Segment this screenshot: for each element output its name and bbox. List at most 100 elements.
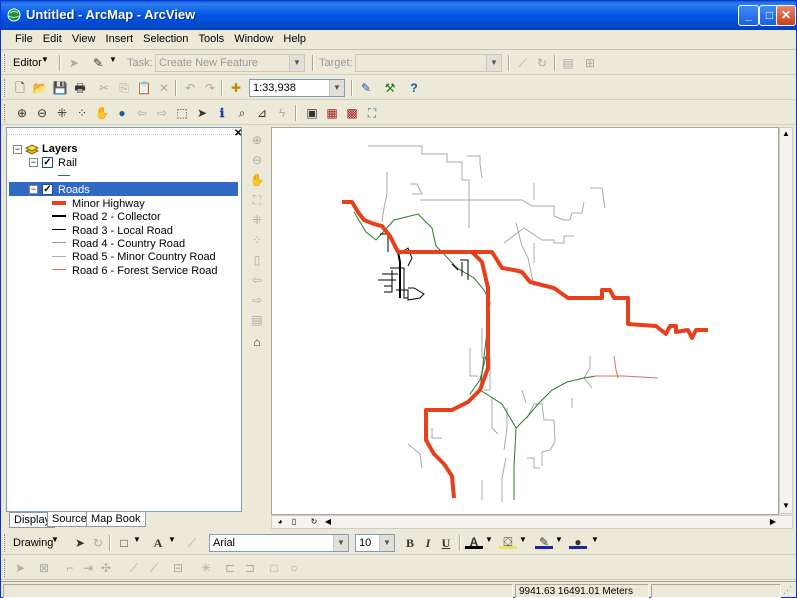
collapse-roads-icon[interactable]: − xyxy=(29,185,38,194)
layout-pan-icon[interactable]: ✋ xyxy=(248,171,266,189)
construct-features-icon[interactable]: ⊟ xyxy=(169,559,187,577)
toolbar-grip[interactable] xyxy=(4,559,7,577)
fixed-zoom-out-page-icon[interactable]: ⁘ xyxy=(248,231,266,249)
attributes-icon[interactable]: ▤ xyxy=(559,54,577,72)
menu-tools[interactable]: Tools xyxy=(194,30,227,45)
toolbar-grip[interactable] xyxy=(4,104,7,122)
magnifier-window-icon[interactable]: ▦ xyxy=(323,104,341,122)
create-viewer-icon[interactable]: ▣ xyxy=(303,104,321,122)
paste-icon[interactable]: 📋 xyxy=(135,79,153,97)
roads-visibility-checkbox[interactable]: ✓ xyxy=(42,184,53,195)
layout-zoom-in-icon[interactable]: ⊕ xyxy=(248,131,266,149)
menu-insert[interactable]: Insert xyxy=(102,30,137,45)
fix-topology-icon[interactable]: ⊏ xyxy=(221,559,239,577)
redo-icon[interactable]: ↷ xyxy=(201,79,219,97)
map-display[interactable] xyxy=(271,127,779,515)
data-frame-layers[interactable]: Layers xyxy=(42,143,77,155)
task-dropdown[interactable]: Create New Feature ▼ xyxy=(155,54,305,72)
layer-rail[interactable]: Rail xyxy=(58,157,77,169)
chevron-down-icon[interactable]: ▼ xyxy=(485,535,493,544)
menu-file[interactable]: File xyxy=(11,30,36,45)
rotate-tool-icon[interactable]: ↻ xyxy=(533,54,551,72)
cut-icon[interactable]: ✂ xyxy=(95,79,113,97)
layout-properties-icon[interactable]: ▤ xyxy=(248,311,266,329)
validate-icon[interactable]: ⊐ xyxy=(241,559,259,577)
zoom-out-icon[interactable]: ⊖ xyxy=(33,104,51,122)
full-extent-globe-icon[interactable]: ● xyxy=(113,104,131,122)
legend-item-label[interactable]: Road 4 - Country Road xyxy=(72,238,185,250)
layout-view-icon[interactable]: ▯ xyxy=(288,516,300,528)
map-topology-icon[interactable]: ⊠ xyxy=(35,559,53,577)
toolbar-grip[interactable] xyxy=(4,79,7,97)
menu-edit[interactable]: Edit xyxy=(39,30,65,45)
error-inspector-icon[interactable]: □ xyxy=(265,559,283,577)
map-vertical-scrollbar[interactable]: ▲ ▼ xyxy=(779,127,793,514)
align-edge-icon[interactable]: ⌐ xyxy=(61,559,79,577)
collapse-layers-icon[interactable]: − xyxy=(13,145,22,154)
chevron-down-icon[interactable]: ▼ xyxy=(41,55,49,64)
undo-icon[interactable]: ↶ xyxy=(181,79,199,97)
scroll-right-icon[interactable]: ▶ xyxy=(767,516,779,528)
go-to-xy-icon[interactable]: ⛶ xyxy=(363,104,381,122)
whats-this-help-icon[interactable]: ? xyxy=(405,79,423,97)
new-document-icon[interactable]: 🗋 xyxy=(11,79,29,97)
font-size-dropdown[interactable]: 10 ▼ xyxy=(355,534,395,552)
select-elements-icon[interactable]: ➤ xyxy=(193,104,211,122)
data-view-icon[interactable]: ◕ xyxy=(274,516,286,528)
edit-tool-icon[interactable]: ➤ xyxy=(65,54,83,72)
legend-item-label[interactable]: Road 2 - Collector xyxy=(72,211,161,223)
legend-item-label[interactable]: Road 6 - Forest Service Road xyxy=(72,265,218,277)
tab-map-book[interactable]: Map Book xyxy=(86,511,146,527)
resize-grip-icon[interactable]: ⋰ xyxy=(783,585,792,596)
edit-vertices-icon[interactable]: ⟋ xyxy=(183,534,201,552)
toolbar-grip[interactable] xyxy=(4,54,7,72)
refresh-icon[interactable]: ↻ xyxy=(308,516,320,528)
open-folder-icon[interactable]: 📂 xyxy=(31,79,49,97)
title-bar[interactable]: Untitled - ArcMap - ArcView _ □ ✕ xyxy=(1,1,796,30)
chevron-down-icon[interactable]: ▼ xyxy=(133,535,141,544)
editor-menu-button[interactable]: Editor xyxy=(13,57,42,69)
select-elements-icon[interactable]: ➤ xyxy=(71,534,89,552)
arctoolbox-icon[interactable]: ⚒ xyxy=(381,79,399,97)
scroll-down-icon[interactable]: ▼ xyxy=(780,500,792,512)
add-data-icon[interactable]: ✚ xyxy=(227,79,245,97)
zoom-100-icon[interactable]: ▯ xyxy=(248,251,266,269)
text-tool-icon[interactable]: A xyxy=(149,534,167,552)
zoom-whole-page-icon[interactable]: ⛶ xyxy=(248,191,266,209)
sketch-properties-icon[interactable]: ⊞ xyxy=(581,54,599,72)
map-canvas[interactable] xyxy=(272,128,778,514)
identify-icon[interactable]: ℹ xyxy=(213,104,231,122)
print-icon[interactable]: 🖶 xyxy=(71,79,89,97)
toolbar-grip[interactable] xyxy=(4,534,7,552)
zoom-in-icon[interactable]: ⊕ xyxy=(13,104,31,122)
topology-edit-icon[interactable]: ➤ xyxy=(11,559,29,577)
map-scale-dropdown[interactable]: 1:33,938 ▼ xyxy=(249,79,345,97)
chevron-down-icon[interactable]: ▼ xyxy=(555,535,563,544)
close-icon[interactable]: ✕ xyxy=(234,128,242,139)
layer-roads[interactable]: Roads xyxy=(58,184,90,196)
rotate-icon[interactable]: ↻ xyxy=(89,534,107,552)
hyperlink-icon[interactable]: ϟ xyxy=(273,104,291,122)
chevron-down-icon[interactable]: ▼ xyxy=(51,535,59,544)
marker-color-icon[interactable]: ● xyxy=(569,533,587,549)
bold-button[interactable]: B xyxy=(401,534,419,552)
fixed-zoom-in-icon[interactable]: ⁜ xyxy=(53,104,71,122)
reshape-edge-icon[interactable]: ✣ xyxy=(97,559,115,577)
chevron-down-icon[interactable]: ▼ xyxy=(519,535,527,544)
italic-button[interactable]: I xyxy=(419,534,437,552)
menu-selection[interactable]: Selection xyxy=(139,30,191,45)
pan-hand-icon[interactable]: ✋ xyxy=(93,104,111,122)
show-shared-icon[interactable]: ⟋ xyxy=(125,559,143,577)
target-dropdown[interactable]: ▼ xyxy=(355,54,502,72)
underline-button[interactable]: U xyxy=(437,534,455,552)
page-forward-icon[interactable]: ⇨ xyxy=(248,291,266,309)
split-tool-icon[interactable]: ⟋ xyxy=(514,54,532,72)
modify-edge-icon[interactable]: ⇥ xyxy=(79,559,97,577)
chevron-down-icon[interactable]: ▼ xyxy=(109,55,117,64)
delete-icon[interactable]: ✕ xyxy=(155,79,173,97)
collapse-rail-icon[interactable]: − xyxy=(29,158,38,167)
minimize-button[interactable]: _ xyxy=(738,5,759,26)
fill-color-icon[interactable]: ⛋ xyxy=(499,533,517,549)
menu-help[interactable]: Help xyxy=(279,30,309,45)
legend-item-label[interactable]: Road 5 - Minor Country Road xyxy=(72,251,216,263)
